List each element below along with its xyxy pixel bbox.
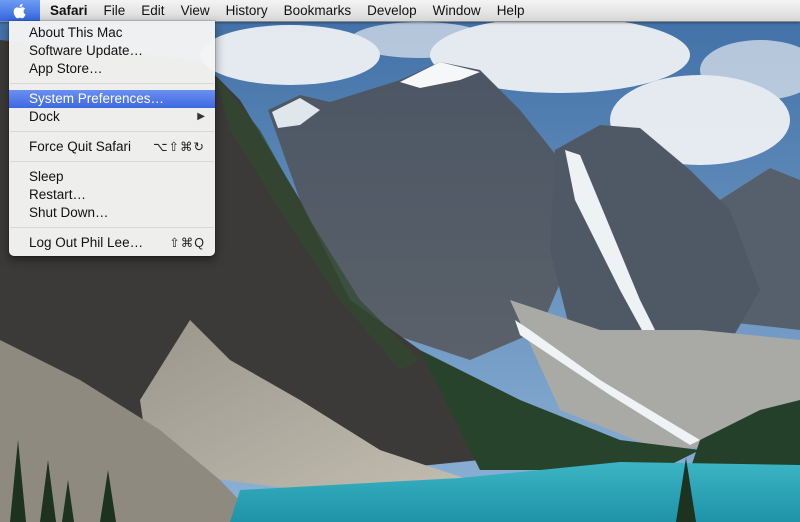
menu-separator: [10, 161, 214, 162]
keyboard-shortcut: ⇧⌘Q: [169, 236, 205, 250]
menu-item-label: Shut Down…: [29, 205, 109, 220]
menu-window[interactable]: Window: [425, 0, 489, 21]
apple-menu-dropdown: About This Mac Software Update… App Stor…: [9, 21, 215, 256]
menu-view[interactable]: View: [173, 0, 218, 21]
menu-item-label: About This Mac: [29, 25, 123, 40]
menu-separator: [10, 83, 214, 84]
menu-bookmarks[interactable]: Bookmarks: [276, 0, 360, 21]
menu-file[interactable]: File: [96, 0, 134, 21]
menu-item-label: Dock: [29, 109, 60, 124]
menu-item-label: App Store…: [29, 61, 103, 76]
menu-item-restart[interactable]: Restart…: [9, 186, 215, 204]
apple-logo-icon: [13, 3, 27, 19]
menu-item-log-out[interactable]: Log Out Phil Lee… ⇧⌘Q: [9, 234, 215, 252]
menu-app-safari[interactable]: Safari: [40, 0, 96, 21]
menu-history[interactable]: History: [218, 0, 276, 21]
menu-item-label: Sleep: [29, 169, 64, 184]
menu-bar: Safari File Edit View History Bookmarks …: [0, 0, 800, 22]
menu-develop[interactable]: Develop: [359, 0, 425, 21]
menu-separator: [10, 227, 214, 228]
menu-item-dock[interactable]: Dock ▶: [9, 108, 215, 126]
menu-separator: [10, 131, 214, 132]
apple-menu-button[interactable]: [0, 0, 40, 21]
submenu-triangle-right-icon: ▶: [197, 111, 205, 122]
menu-item-label: Restart…: [29, 187, 87, 202]
menu-item-sleep[interactable]: Sleep: [9, 168, 215, 186]
menu-edit[interactable]: Edit: [133, 0, 172, 21]
menu-item-software-update[interactable]: Software Update…: [9, 42, 215, 60]
menu-item-label: Software Update…: [29, 43, 144, 58]
menu-item-system-preferences[interactable]: System Preferences…: [9, 90, 215, 108]
menu-item-force-quit[interactable]: Force Quit Safari ⌥⇧⌘↻: [9, 138, 215, 156]
menu-item-label: System Preferences…: [29, 91, 165, 106]
menu-item-about-this-mac[interactable]: About This Mac: [9, 24, 215, 42]
menu-item-app-store[interactable]: App Store…: [9, 60, 215, 78]
menu-item-shut-down[interactable]: Shut Down…: [9, 204, 215, 222]
menu-help[interactable]: Help: [489, 0, 533, 21]
keyboard-shortcut: ⌥⇧⌘↻: [153, 140, 205, 154]
menu-item-label: Force Quit Safari: [29, 139, 132, 154]
menu-item-label: Log Out Phil Lee…: [29, 235, 144, 250]
